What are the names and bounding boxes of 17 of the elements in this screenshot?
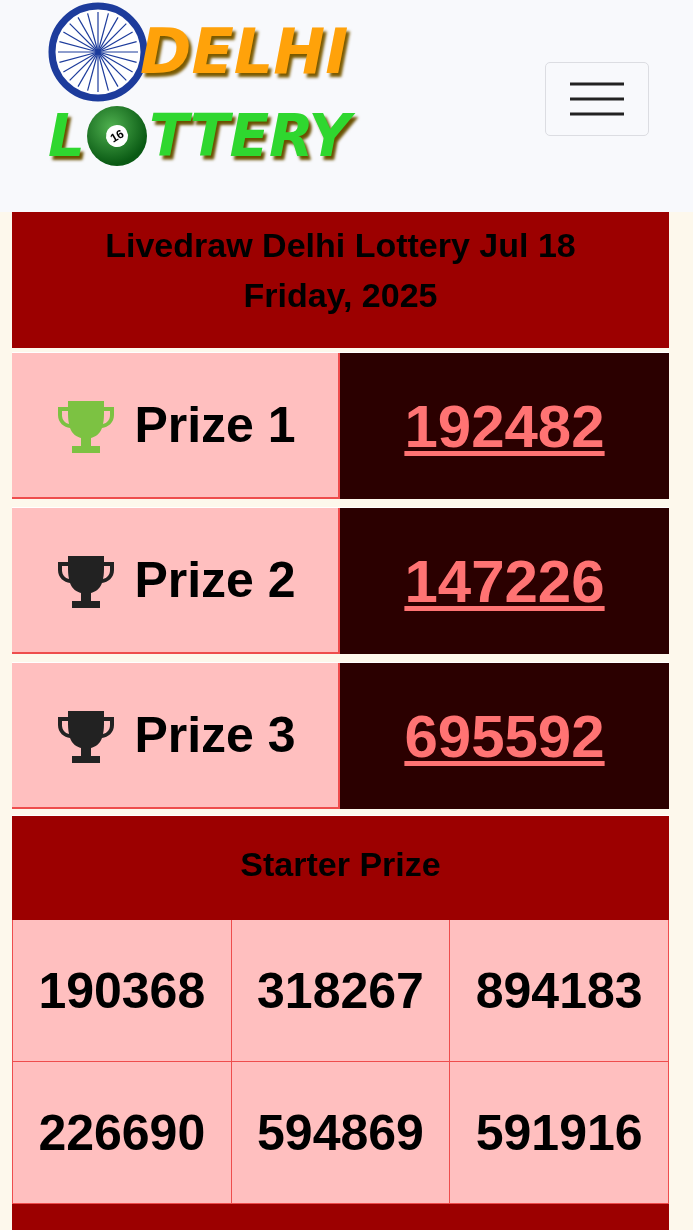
prize-number-link[interactable]: 695592: [404, 701, 605, 771]
logo-text: L: [48, 107, 85, 165]
table-cell: 594869: [231, 1062, 451, 1204]
prize-label: Prize 1: [134, 396, 296, 454]
menu-button[interactable]: [545, 62, 649, 136]
prize-label: Prize 2: [134, 551, 296, 609]
menu-icon: [570, 81, 624, 117]
table-cell: 226690: [13, 1062, 232, 1204]
prize-number-link[interactable]: 192482: [404, 391, 605, 461]
prize-number-link[interactable]: 147226: [404, 546, 605, 616]
table-cell: 591916: [450, 1062, 669, 1204]
table-cell: 318267: [231, 920, 451, 1062]
table-cell: 894183: [450, 920, 669, 1062]
starter-heading: Starter Prize: [12, 815, 669, 920]
prize-label: Prize 3: [134, 706, 296, 764]
table-cell: 190368: [13, 920, 232, 1062]
draw-title: Livedraw Delhi Lottery Jul 18 Friday, 2025: [12, 212, 669, 348]
